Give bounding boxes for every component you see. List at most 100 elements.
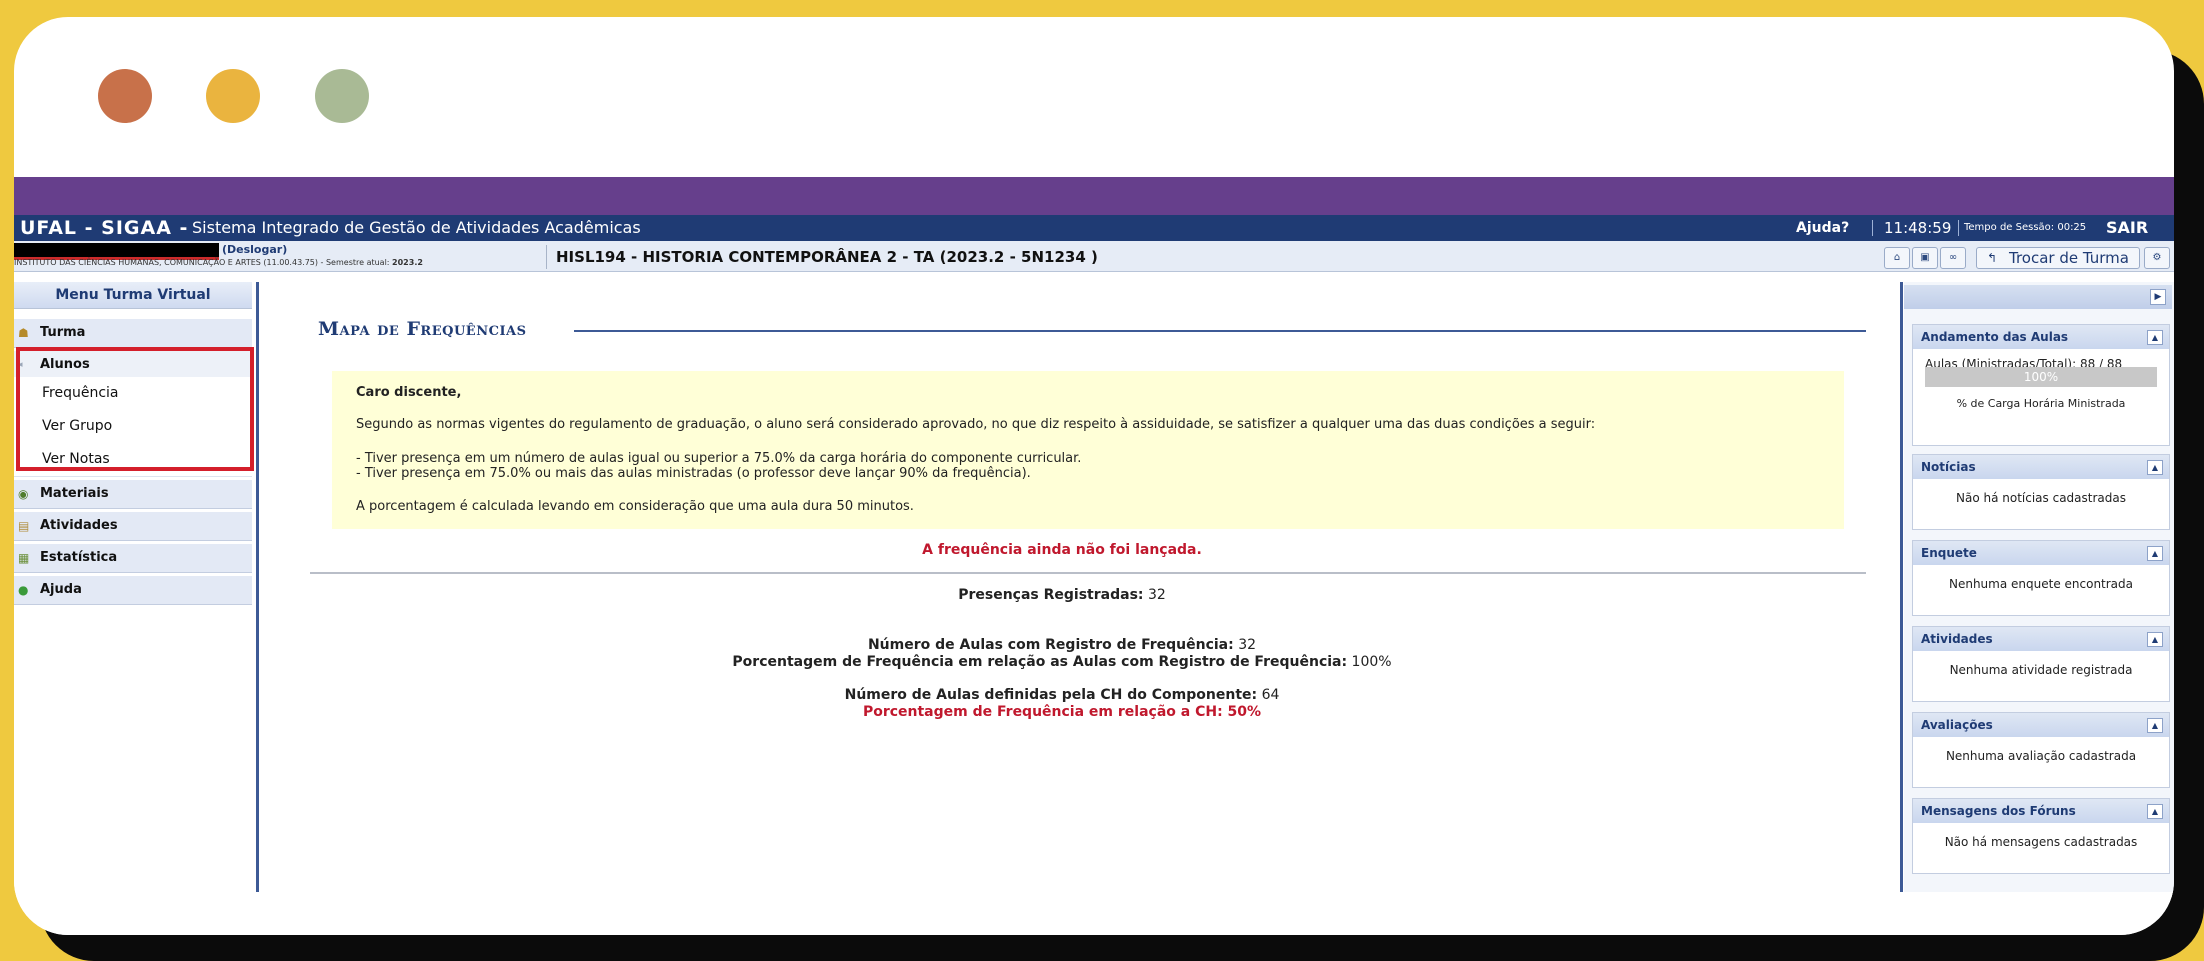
clipboard-icon: ▤ — [18, 519, 30, 533]
presencas-registradas: Presenças Registradas: 32 — [260, 587, 1864, 603]
link-icon[interactable]: ∞ — [1940, 247, 1966, 269]
notice-greeting: Caro discente, — [356, 385, 462, 400]
divider — [1872, 220, 1873, 236]
help-icon: ● — [18, 583, 29, 597]
window-bottom — [14, 892, 2174, 935]
box-header: Atividades ▲ — [1913, 627, 2169, 651]
info-bar: (Deslogar) INSTITUTO DAS CIÊNCIAS HUMANA… — [14, 241, 2174, 272]
box-body: Nenhuma atividade registrada — [1949, 663, 2133, 677]
exit-link[interactable]: SAIR — [2106, 215, 2148, 241]
box-title: Mensagens dos Fóruns — [1921, 804, 2076, 818]
divider — [546, 245, 547, 269]
settings-icon[interactable]: ⚙ — [2144, 247, 2170, 269]
stat-label: Porcentagem de Frequência em relação a C… — [862, 704, 1262, 720]
porcentagem-ch: Porcentagem de Frequência em relação a C… — [260, 704, 1864, 720]
aulas-ch-componente: Número de Aulas definidas pela CH do Com… — [260, 687, 1864, 703]
collapse-arrow-icon[interactable]: ▲ — [2147, 546, 2163, 561]
frequency-alert: A frequência ainda não foi lançada. — [922, 542, 1202, 558]
menu-item-atividades[interactable]: ▤ Atividades — [14, 512, 252, 541]
noticias-box: Notícias ▲ Não há notícias cadastradas — [1912, 454, 2170, 530]
session-timer: Tempo de Sessão: 00:25 — [1964, 222, 2087, 233]
andamento-aulas-box: Andamento das Aulas ▲ Aulas (Ministradas… — [1912, 324, 2170, 446]
main-content: Mapa de Frequências Caro discente, Segun… — [260, 282, 1898, 922]
section-rule — [310, 572, 1866, 574]
close-dot-icon[interactable] — [98, 69, 152, 123]
box-title: Avaliações — [1921, 718, 1993, 732]
notice-box: Caro discente, Segundo as normas vigente… — [332, 371, 1844, 529]
box-title: Atividades — [1921, 632, 1993, 646]
atividades-box: Atividades ▲ Nenhuma atividade registrad… — [1912, 626, 2170, 702]
collapse-arrow-icon[interactable]: ▲ — [2147, 718, 2163, 733]
menu-item-label: Atividades — [40, 518, 118, 533]
collapse-arrow-icon[interactable]: ▲ — [2147, 804, 2163, 819]
box-body: Não há mensagens cadastradas — [1944, 835, 2138, 849]
stat-value: 32 — [1238, 637, 1257, 653]
stat-value: 64 — [1261, 687, 1280, 703]
brand-title: UFAL - SIGAA - — [20, 217, 189, 239]
logout-link[interactable]: (Deslogar) — [222, 243, 287, 256]
books-icon: ◉ — [18, 487, 29, 501]
print-icon[interactable]: ▣ — [1912, 247, 1938, 269]
maximize-dot-icon[interactable] — [315, 69, 369, 123]
menu-item-label: Turma — [40, 325, 86, 340]
porcentagem-registro: Porcentagem de Frequência em relação as … — [260, 654, 1864, 670]
right-divider — [1900, 282, 1903, 922]
current-semester: 2023.2 — [392, 258, 423, 267]
menu-item-label: Ajuda — [40, 582, 82, 597]
stat-label: Número de Aulas com Registro de Frequênc… — [867, 637, 1234, 653]
stat-label: Porcentagem de Frequência em relação as … — [732, 654, 1348, 670]
help-link[interactable]: Ajuda? — [1796, 215, 1849, 241]
institute-info: INSTITUTO DAS CIÊNCIAS HUMANAS, COMUNICA… — [14, 258, 423, 267]
stat-value: 32 — [1147, 587, 1166, 603]
system-name: Sistema Integrado de Gestão de Atividade… — [192, 218, 641, 237]
institute-text: INSTITUTO DAS CIÊNCIAS HUMANAS, COMUNICA… — [14, 258, 390, 267]
notice-condition-2: - Tiver presença em 75.0% ou mais das au… — [356, 466, 1031, 481]
minimize-dot-icon[interactable] — [206, 69, 260, 123]
menu-item-ajuda[interactable]: ● Ajuda — [14, 576, 252, 605]
stat-value: 100% — [1351, 654, 1392, 670]
notice-note: A porcentagem é calculada levando em con… — [356, 499, 914, 514]
notice-intro: Segundo as normas vigentes do regulament… — [356, 417, 1596, 432]
left-divider — [256, 282, 259, 922]
stat-label: Presenças Registradas: — [958, 587, 1144, 603]
stat-label: Número de Aulas definidas pela CH do Com… — [844, 687, 1258, 703]
menu-title: Menu Turma Virtual — [14, 282, 252, 309]
enquete-box: Enquete ▲ Nenhuma enquete encontrada — [1912, 540, 2170, 616]
box-header: Enquete ▲ — [1913, 541, 2169, 565]
box-header: Andamento das Aulas ▲ — [1913, 325, 2169, 349]
panel-toggle-bar: ▶ — [1904, 285, 2172, 309]
progress-bar: 100% — [1925, 367, 2157, 387]
avaliacoes-box: Avaliações ▲ Nenhuma avaliação cadastrad… — [1912, 712, 2170, 788]
page-title: Mapa de Frequências — [318, 318, 527, 340]
aulas-com-registro: Número de Aulas com Registro de Frequênc… — [260, 637, 1864, 653]
box-title: Notícias — [1921, 460, 1976, 474]
switch-class-label: Trocar de Turma — [2009, 249, 2129, 267]
menu-item-estatistica[interactable]: ▦ Estatística — [14, 544, 252, 573]
collapse-arrow-icon[interactable]: ▲ — [2147, 632, 2163, 647]
back-arrow-icon: ↰ — [1987, 251, 1998, 265]
menu-item-materiais[interactable]: ◉ Materiais — [14, 480, 252, 509]
menu-item-turma[interactable]: ☗ Turma — [14, 319, 252, 348]
highlight-box — [16, 347, 254, 471]
menu-item-label: Materiais — [40, 486, 109, 501]
collapse-arrow-icon[interactable]: ▲ — [2147, 330, 2163, 345]
class-title: HISL194 - HISTORIA CONTEMPORÂNEA 2 - TA … — [556, 248, 1098, 266]
collapse-arrow-icon[interactable]: ▲ — [2147, 460, 2163, 475]
notice-condition-1: - Tiver presença em um número de aulas i… — [356, 451, 1082, 466]
expand-arrow-icon[interactable]: ▶ — [2150, 289, 2166, 305]
box-body: Nenhuma avaliação cadastrada — [1945, 749, 2137, 763]
switch-class-button[interactable]: ↰ Trocar de Turma — [1976, 247, 2140, 269]
header-band — [14, 177, 2174, 215]
title-rule — [574, 330, 1866, 332]
home-icon[interactable]: ⌂ — [1884, 247, 1910, 269]
progress-label: 100% — [2023, 370, 2059, 384]
progress-caption: % de Carga Horária Ministrada — [1956, 397, 2126, 410]
box-header: Mensagens dos Fóruns ▲ — [1913, 799, 2169, 823]
box-body: Nenhuma enquete encontrada — [1948, 577, 2134, 591]
right-panel: ▶ Andamento das Aulas ▲ Aulas (Ministrad… — [1904, 282, 2174, 922]
chart-icon: ▦ — [18, 551, 30, 565]
box-body: Não há notícias cadastradas — [1956, 491, 2126, 505]
menu-item-label: Estatística — [40, 550, 118, 565]
box-title: Andamento das Aulas — [1921, 330, 2069, 344]
divider — [1958, 220, 1959, 236]
